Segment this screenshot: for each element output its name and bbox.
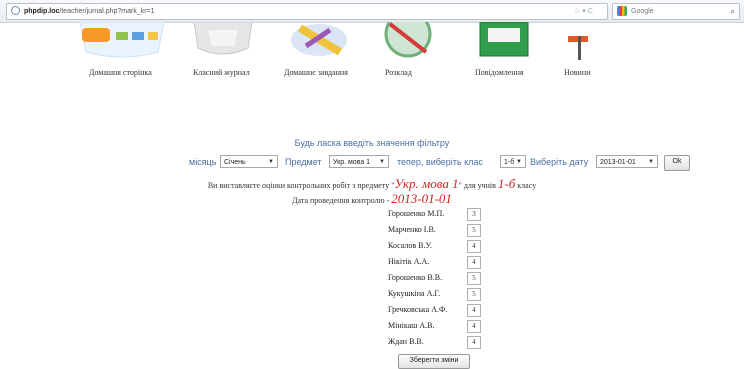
student-row: Нікітік А.А. 4 [388, 256, 488, 270]
class-value: 1-б [504, 159, 515, 166]
chevron-down-icon: ▼ [268, 159, 274, 165]
subject-label: Предмет [285, 157, 322, 167]
month-value: Січень [224, 159, 246, 166]
search-engine-label: Google [631, 8, 654, 15]
address-bar[interactable]: phpdip.loc/teacher/jurnal.php?mark_kr=1 … [6, 3, 608, 20]
class-select[interactable]: 1-б ▼ [500, 155, 526, 168]
search-icon[interactable]: ⌕ [731, 4, 735, 19]
student-name: Кукушкіна А.Г. [388, 289, 441, 298]
info-middle: " для учнів [458, 181, 496, 190]
info-suffix: класу [517, 181, 537, 190]
journal-icon [193, 22, 253, 55]
class-label: тепер, виберіть клас [397, 157, 483, 167]
month-label: місяць [189, 157, 217, 167]
main-navigation: Домашня сторінка Класний журнал Домашнє … [0, 68, 744, 82]
nav-images [0, 22, 744, 62]
nav-class-journal[interactable]: Класний журнал [193, 68, 250, 77]
info-line: Ви виставляєте оцінки контрольних робіт … [0, 176, 744, 192]
filter-prompt: Будь ласка введіть значення фільтру [294, 138, 450, 148]
star-icon[interactable]: ☆ [574, 8, 580, 15]
school-board-icon [79, 22, 165, 58]
search-input[interactable]: Google ⌕ [612, 3, 740, 20]
student-name: Нікітік А.А. [388, 257, 430, 266]
student-row: Горошенко М.П. 3 [388, 208, 488, 222]
nav-schedule[interactable]: Розклад [385, 68, 412, 77]
student-row: Горошенко В.В. 5 [388, 272, 488, 286]
student-name: Горошенко В.В. [388, 273, 443, 282]
info-class: 1-б [497, 176, 516, 191]
ok-button[interactable]: Ok [664, 155, 690, 171]
chevron-down-icon: ▼ [379, 159, 385, 165]
reload-icon[interactable]: C [588, 8, 593, 15]
schedule-icon [384, 22, 432, 58]
date-value: 2013-01-01 [600, 159, 636, 166]
student-row: Гречковська А.Ф. 4 [388, 304, 488, 318]
student-row: Кукушкіна А.Г. 5 [388, 288, 488, 302]
google-icon [617, 6, 627, 16]
nav-news[interactable]: Новини [564, 68, 590, 77]
mark-input[interactable]: 3 [467, 208, 481, 221]
homework-icon [291, 24, 347, 56]
info-prefix: Ви виставляєте оцінки контрольних робіт … [207, 181, 395, 190]
mark-input[interactable]: 4 [467, 336, 481, 349]
browser-toolbar: phpdip.loc/teacher/jurnal.php?mark_kr=1 … [0, 0, 744, 23]
nav-messages[interactable]: Повідомлення [475, 68, 524, 77]
mark-input[interactable]: 4 [467, 240, 481, 253]
nav-homework[interactable]: Домашнє завдання [284, 68, 348, 77]
control-date-label: Дата проведення контролю - [292, 196, 390, 205]
url-controls: ☆ ▾ C [574, 4, 593, 19]
student-row: Мінікаш А.В. 4 [388, 320, 488, 334]
mark-input[interactable]: 4 [467, 304, 481, 317]
messages-icon [479, 22, 529, 57]
month-select[interactable]: Січень ▼ [220, 155, 278, 168]
mark-input[interactable]: 5 [467, 224, 481, 237]
control-date: 2013-01-01 [391, 191, 452, 206]
url-path: /teacher/jurnal.php?mark_kr=1 [59, 8, 155, 15]
mark-input[interactable]: 4 [467, 320, 481, 333]
dropdown-icon[interactable]: ▾ [582, 8, 586, 15]
save-changes-button[interactable]: Зберегти зміни [398, 354, 470, 369]
mark-input[interactable]: 5 [467, 288, 481, 301]
student-name: Горошенко М.П. [388, 209, 445, 218]
subject-value: Укр. мова 1 [333, 159, 371, 166]
info-subject: Укр. мова 1 [394, 176, 459, 191]
student-name: Косалов В.У. [388, 241, 432, 250]
news-icon [568, 36, 588, 60]
student-name: Ждан В.В. [388, 337, 424, 346]
student-row: Косалов В.У. 4 [388, 240, 488, 254]
subject-select[interactable]: Укр. мова 1 ▼ [329, 155, 389, 168]
chevron-down-icon: ▼ [516, 159, 522, 165]
nav-home[interactable]: Домашня сторінка [89, 68, 152, 77]
date-label: Виберіть дату [530, 157, 589, 167]
filter-form: місяць Січень ▼ Предмет Укр. мова 1 ▼ те… [0, 155, 744, 171]
control-date-line: Дата проведення контролю - 2013-01-01 [0, 191, 744, 207]
student-name: Марченко І.В. [388, 225, 436, 234]
student-name: Гречковська А.Ф. [388, 305, 448, 314]
student-row: Марченко І.В. 5 [388, 224, 488, 238]
mark-input[interactable]: 5 [467, 272, 481, 285]
date-select[interactable]: 2013-01-01 ▼ [596, 155, 658, 168]
student-name: Мінікаш А.В. [388, 321, 435, 330]
chevron-down-icon: ▼ [648, 159, 654, 165]
url-host: phpdip.loc [24, 8, 60, 15]
student-row: Ждан В.В. 4 [388, 336, 488, 350]
mark-input[interactable]: 4 [467, 256, 481, 269]
globe-icon [11, 6, 20, 15]
